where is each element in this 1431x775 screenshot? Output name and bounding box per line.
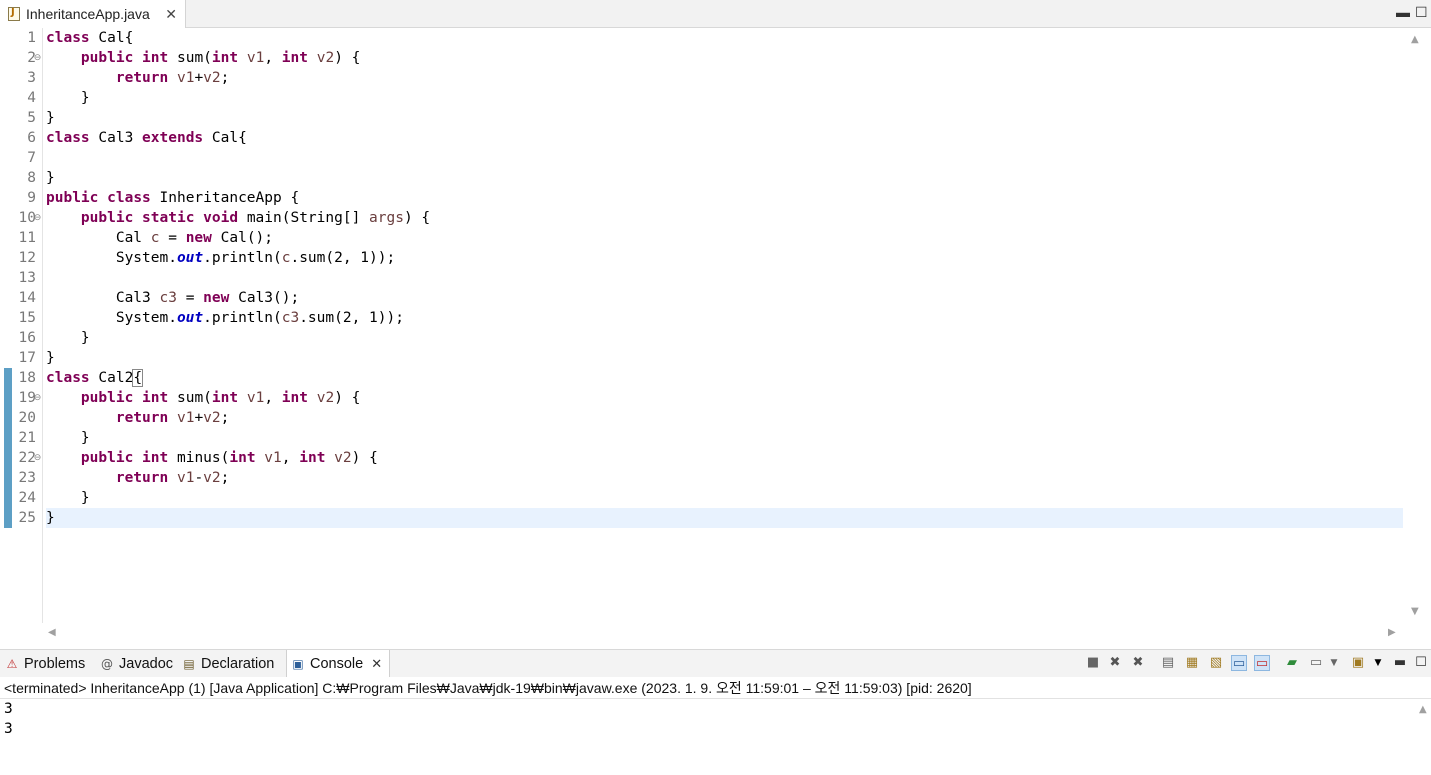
editor-vertical-scrollbar[interactable]: ▲ ▼ xyxy=(1403,28,1431,623)
word-wrap-icon[interactable]: ▧ xyxy=(1208,655,1224,671)
chevron-down-icon[interactable]: ▼ xyxy=(1326,655,1342,671)
show-on-stderr-icon[interactable]: ▭ xyxy=(1254,655,1270,671)
scroll-lock-icon[interactable]: ▦ xyxy=(1184,655,1200,671)
line-number: 13 xyxy=(18,270,36,286)
open-console-icon[interactable]: ▣ xyxy=(1350,655,1366,671)
code-line[interactable]: return v1+v2; xyxy=(46,68,1403,88)
tab-javadoc-label: Javadoc xyxy=(119,656,174,672)
code-line[interactable]: public int sum(int v1, int v2) { xyxy=(46,388,1403,408)
fold-toggle-icon[interactable]: ⊖ xyxy=(33,54,42,63)
scroll-down-icon[interactable]: ▼ xyxy=(1411,606,1419,617)
minimize-icon[interactable]: ▬ xyxy=(1392,655,1408,671)
java-file-icon xyxy=(8,7,20,21)
code-line[interactable]: Cal3 c3 = new Cal3(); xyxy=(46,288,1403,308)
code-line[interactable]: } xyxy=(46,168,1403,188)
line-number: 1 xyxy=(27,30,36,46)
editor-tab-label: InheritanceApp.java xyxy=(26,6,150,22)
panel-tab-bar: ⚠ Problems @ Javadoc ▤ Declaration ▣ Con… xyxy=(0,649,1431,678)
line-number: 14 xyxy=(18,290,36,306)
code-line[interactable]: Cal c = new Cal(); xyxy=(46,228,1403,248)
pin-console-icon[interactable]: ▰ xyxy=(1284,655,1300,671)
line-number: 8 xyxy=(27,170,36,186)
line-number: 3 xyxy=(27,70,36,86)
code-line[interactable]: public class InheritanceApp { xyxy=(46,188,1403,208)
code-line[interactable]: } xyxy=(46,488,1403,508)
chevron-down-icon[interactable]: ▼ xyxy=(1370,655,1386,671)
maximize-icon[interactable]: ☐ xyxy=(1415,4,1428,21)
minimize-icon[interactable]: ▬ xyxy=(1396,4,1410,20)
console-vertical-scrollbar[interactable]: ▲ xyxy=(1416,699,1431,775)
code-line[interactable]: class Cal3 extends Cal{ xyxy=(46,128,1403,148)
terminate-icon[interactable]: ■ xyxy=(1085,655,1101,671)
code-line[interactable]: } xyxy=(46,328,1403,348)
console-output[interactable]: 3 3 xyxy=(0,699,1416,775)
tab-declaration[interactable]: ▤ Declaration xyxy=(182,650,274,678)
editor-tab-inheritanceapp[interactable]: InheritanceApp.java ✕ xyxy=(0,0,186,28)
code-line[interactable]: return v1-v2; xyxy=(46,468,1403,488)
code-line[interactable]: System.out.println(c3.sum(2, 1)); xyxy=(46,308,1403,328)
code-line[interactable]: } xyxy=(46,348,1403,368)
line-number: 2 xyxy=(27,50,36,66)
scroll-up-icon[interactable]: ▲ xyxy=(1419,704,1427,715)
editor-tab-bar: InheritanceApp.java ✕ ▬ ☐ xyxy=(0,0,1431,28)
line-number: 16 xyxy=(18,330,36,346)
clear-console-icon[interactable]: ▤ xyxy=(1160,655,1176,671)
code-line[interactable] xyxy=(46,148,1403,168)
change-ruler-indicator xyxy=(4,368,12,528)
line-number-gutter: 1 2 ⊖ 3 4 5 6 7 8 9 10 ⊖ 11 12 13 14 15 16 17 18 19 ⊖ 20 21 22 ⊖ 2… xyxy=(0,28,43,623)
line-number: 9 xyxy=(27,190,36,206)
line-number: 17 xyxy=(18,350,36,366)
fold-toggle-icon[interactable]: ⊖ xyxy=(33,454,42,463)
fold-toggle-icon[interactable]: ⊖ xyxy=(33,214,42,223)
tab-problems-label: Problems xyxy=(24,656,86,672)
problems-icon: ⚠ xyxy=(6,657,18,671)
scroll-left-icon[interactable]: ◀ xyxy=(48,627,56,638)
close-icon[interactable]: ✕ xyxy=(371,656,382,672)
code-line[interactable]: } xyxy=(46,88,1403,108)
javadoc-icon: @ xyxy=(101,657,113,671)
code-line[interactable]: return v1+v2; xyxy=(46,408,1403,428)
tab-javadoc[interactable]: @ Javadoc xyxy=(100,650,173,678)
code-editor[interactable]: 1 2 ⊖ 3 4 5 6 7 8 9 10 ⊖ 11 12 13 14 15 16 17 18 19 ⊖ 20 21 22 ⊖ 2… xyxy=(0,28,1431,643)
tab-declaration-label: Declaration xyxy=(201,656,275,672)
line-number: 4 xyxy=(27,90,36,106)
remove-all-terminated-icon[interactable]: ✖ xyxy=(1130,655,1146,671)
fold-toggle-icon[interactable]: ⊖ xyxy=(33,394,42,403)
line-number: 5 xyxy=(27,110,36,126)
line-number: 15 xyxy=(18,310,36,326)
code-line[interactable]: } xyxy=(46,108,1403,128)
maximize-icon[interactable]: ☐ xyxy=(1413,655,1429,671)
remove-launch-icon[interactable]: ✖ xyxy=(1107,655,1123,671)
code-line[interactable]: public int minus(int v1, int v2) { xyxy=(46,448,1403,468)
scroll-right-icon[interactable]: ▶ xyxy=(1388,627,1396,638)
code-line[interactable]: class Cal{ xyxy=(46,28,1403,48)
show-on-stdout-icon[interactable]: ▭ xyxy=(1231,655,1247,671)
code-line[interactable] xyxy=(46,268,1403,288)
close-icon[interactable]: ✕ xyxy=(165,6,177,23)
line-number: 10 xyxy=(18,210,36,226)
line-number: 11 xyxy=(18,230,36,246)
console-output-line: 3 xyxy=(4,701,13,717)
code-line[interactable]: System.out.println(c.sum(2, 1)); xyxy=(46,248,1403,268)
code-line[interactable]: public static void main(String[] args) { xyxy=(46,208,1403,228)
code-line[interactable]: public int sum(int v1, int v2) { xyxy=(46,48,1403,68)
tab-console[interactable]: ▣ Console ✕ xyxy=(286,650,390,678)
code-line[interactable]: } xyxy=(46,428,1403,448)
line-number: 7 xyxy=(27,150,36,166)
tab-console-label: Console xyxy=(310,656,364,672)
line-number: 6 xyxy=(27,130,36,146)
scroll-up-icon[interactable]: ▲ xyxy=(1411,34,1419,45)
console-icon: ▣ xyxy=(292,657,304,671)
line-number: 12 xyxy=(18,250,36,266)
code-line-current[interactable]: } xyxy=(46,508,1403,528)
declaration-icon: ▤ xyxy=(183,657,195,671)
code-line[interactable]: class Cal2{ xyxy=(46,368,1403,388)
editor-horizontal-scrollbar[interactable]: ◀ ▶ xyxy=(43,623,1403,643)
tab-problems[interactable]: ⚠ Problems xyxy=(5,650,86,678)
console-output-line: 3 xyxy=(4,721,13,737)
display-console-icon[interactable]: ▭ xyxy=(1308,655,1324,671)
console-process-status: <terminated> InheritanceApp (1) [Java Ap… xyxy=(0,677,1431,699)
